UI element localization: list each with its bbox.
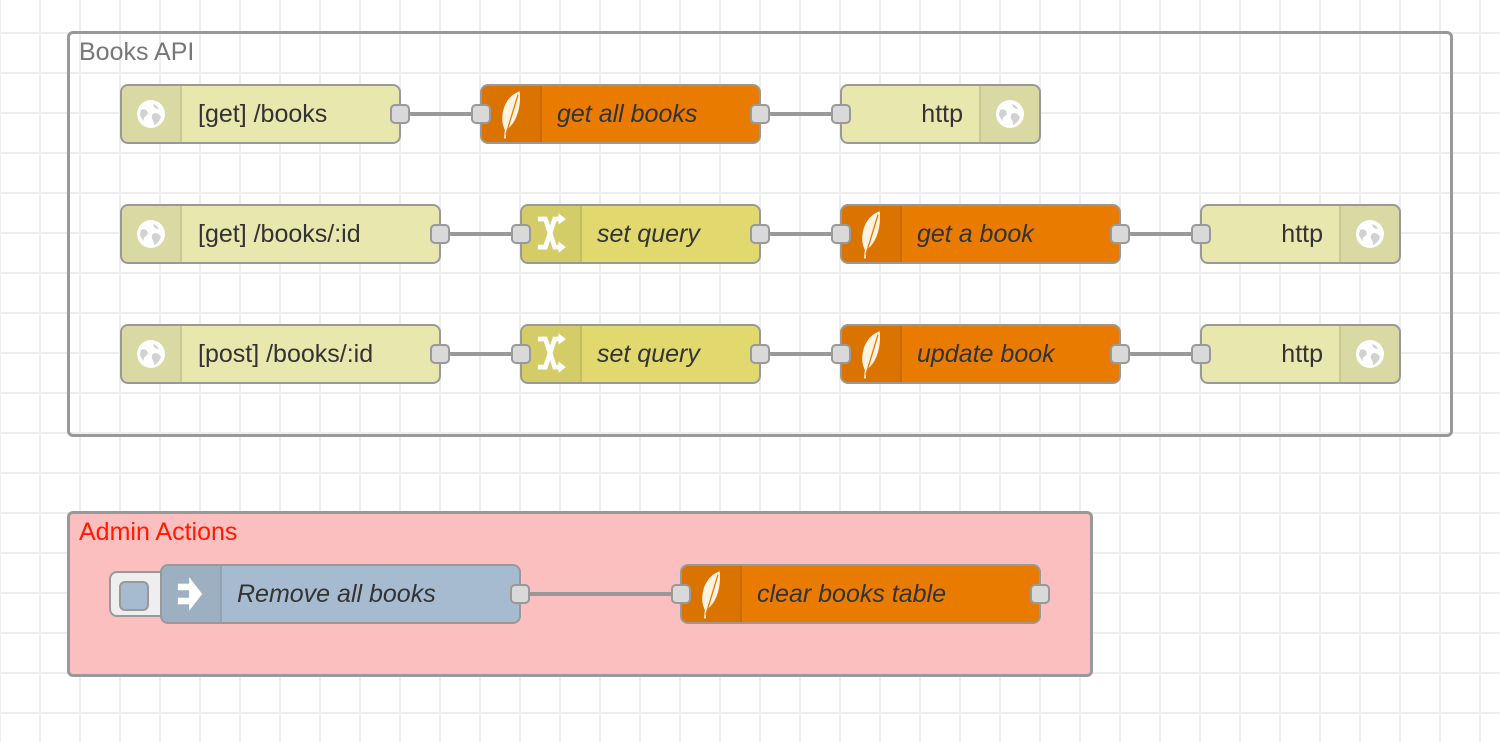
input-port[interactable] [831, 224, 851, 244]
input-port[interactable] [831, 344, 851, 364]
node-label: Remove all books [237, 579, 436, 608]
feather-icon [842, 326, 902, 382]
output-port[interactable] [430, 224, 450, 244]
node-http-response-1[interactable]: http [831, 84, 1041, 144]
node-http-response-3[interactable]: http [1191, 324, 1401, 384]
output-port[interactable] [430, 344, 450, 364]
output-port[interactable] [1110, 344, 1130, 364]
group-label-admin-actions: Admin Actions [79, 518, 238, 546]
shuffle-icon [522, 206, 582, 262]
globe-icon [1339, 206, 1399, 262]
output-port[interactable] [1110, 224, 1130, 244]
feather-icon [842, 206, 902, 262]
node-http-in-post-book-id[interactable]: [post] /books/:id [120, 324, 450, 384]
node-label: set query [597, 219, 700, 248]
globe-icon [122, 86, 182, 142]
globe-icon [1339, 326, 1399, 382]
node-change-set-query-2[interactable]: set query [511, 324, 770, 384]
output-port[interactable] [510, 584, 530, 604]
node-label: get all books [557, 99, 698, 128]
node-label: clear books table [757, 579, 947, 608]
arrow-right-icon [162, 566, 222, 622]
globe-icon [979, 86, 1039, 142]
node-http-response-2[interactable]: http [1191, 204, 1401, 264]
node-label: http [1281, 339, 1323, 368]
input-port[interactable] [1191, 224, 1211, 244]
output-port[interactable] [390, 104, 410, 124]
output-port[interactable] [750, 224, 770, 244]
globe-icon [122, 326, 182, 382]
node-label: set query [597, 339, 700, 368]
node-change-set-query-1[interactable]: set query [511, 204, 770, 264]
node-label: update book [917, 339, 1055, 368]
node-label: [get] /books [198, 99, 328, 128]
node-http-in-get-book-id[interactable]: [get] /books/:id [120, 204, 450, 264]
output-port[interactable] [750, 104, 770, 124]
input-port[interactable] [671, 584, 691, 604]
feather-icon [682, 566, 742, 622]
node-label: [get] /books/:id [198, 219, 361, 248]
node-function-get-all-books[interactable]: get all books [471, 84, 770, 144]
input-port[interactable] [1191, 344, 1211, 364]
group-label-books-api: Books API [79, 38, 195, 66]
input-port[interactable] [831, 104, 851, 124]
globe-icon [122, 206, 182, 262]
feather-icon [482, 86, 542, 142]
node-label: [post] /books/:id [198, 339, 374, 368]
node-label: http [921, 99, 963, 128]
node-label: http [1281, 219, 1323, 248]
node-http-in-get-books[interactable]: [get] /books [120, 84, 410, 144]
node-label: get a book [917, 219, 1034, 248]
node-inject-remove-all-books[interactable]: Remove all books [160, 564, 530, 624]
inject-button-inner [119, 581, 149, 611]
node-function-get-a-book[interactable]: get a book [831, 204, 1130, 264]
input-port[interactable] [471, 104, 491, 124]
node-function-update-book[interactable]: update book [831, 324, 1130, 384]
output-port[interactable] [750, 344, 770, 364]
shuffle-icon [522, 326, 582, 382]
node-function-clear-books-table[interactable]: clear books table [671, 564, 1050, 624]
input-port[interactable] [511, 224, 531, 244]
input-port[interactable] [511, 344, 531, 364]
output-port[interactable] [1030, 584, 1050, 604]
